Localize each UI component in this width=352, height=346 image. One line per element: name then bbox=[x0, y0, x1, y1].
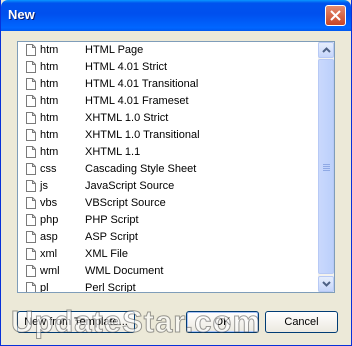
file-type-description: WML Document bbox=[85, 265, 164, 277]
list-item[interactable]: pl Perl Script bbox=[18, 280, 318, 293]
file-icon bbox=[26, 180, 36, 195]
file-icon bbox=[26, 129, 36, 144]
scroll-up-arrow-icon bbox=[322, 47, 331, 53]
file-type-description: Cascading Style Sheet bbox=[85, 163, 197, 175]
file-type-description: HTML 4.01 Frameset bbox=[85, 95, 189, 107]
file-type-description: JavaScript Source bbox=[85, 180, 175, 192]
vertical-scrollbar[interactable] bbox=[318, 42, 334, 292]
file-extension: wml bbox=[40, 265, 60, 277]
scrollbar-thumb[interactable] bbox=[318, 59, 334, 274]
file-type-description: XHTML 1.0 Transitional bbox=[85, 129, 200, 141]
file-extension: htm bbox=[40, 146, 59, 158]
file-icon bbox=[26, 61, 36, 76]
file-type-description: HTML 4.01 Transitional bbox=[85, 78, 199, 90]
new-from-template-button[interactable]: New from Template... bbox=[17, 311, 135, 333]
title-bar[interactable]: New bbox=[1, 0, 351, 31]
list-item[interactable]: xml XML File bbox=[18, 246, 318, 263]
file-extension: css bbox=[40, 163, 57, 175]
list-item[interactable]: htm XHTML 1.0 Transitional bbox=[18, 127, 318, 144]
file-type-description: XHTML 1.0 Strict bbox=[85, 112, 169, 124]
file-extension: xml bbox=[40, 248, 58, 260]
list-item[interactable]: wml WML Document bbox=[18, 263, 318, 280]
file-extension: htm bbox=[40, 44, 59, 56]
file-icon bbox=[26, 248, 36, 263]
file-type-description: HTML 4.01 Strict bbox=[85, 61, 168, 73]
list-item[interactable]: htm XHTML 1.0 Strict bbox=[18, 110, 318, 127]
file-icon bbox=[26, 231, 36, 246]
file-type-list[interactable]: htm HTML Page htm HTML 4.01 Strict htm HTML 4… bbox=[17, 41, 335, 293]
file-extension: asp bbox=[40, 231, 58, 243]
file-icon bbox=[26, 265, 36, 280]
file-type-description: VBScript Source bbox=[85, 197, 166, 209]
scroll-up-button[interactable] bbox=[318, 42, 334, 58]
list-item[interactable]: htm XHTML 1.1 bbox=[18, 144, 318, 161]
file-icon bbox=[26, 78, 36, 93]
file-extension: htm bbox=[40, 112, 59, 124]
file-type-description: XML File bbox=[85, 248, 128, 260]
new-dialog: New htm HTML Page htm HTML 4.01 Strict htm HT… bbox=[0, 0, 352, 346]
list-item[interactable]: htm HTML Page bbox=[18, 42, 318, 59]
cancel-button[interactable]: Cancel bbox=[265, 311, 338, 333]
scroll-down-button[interactable] bbox=[318, 276, 334, 292]
file-type-description: PHP Script bbox=[85, 214, 139, 226]
file-icon bbox=[26, 197, 36, 212]
file-type-rows: htm HTML Page htm HTML 4.01 Strict htm HTML 4… bbox=[18, 42, 318, 293]
list-item[interactable]: vbs VBScript Source bbox=[18, 195, 318, 212]
file-type-description: HTML Page bbox=[85, 44, 144, 56]
ok-button[interactable]: OK bbox=[186, 311, 259, 333]
file-icon bbox=[26, 146, 36, 161]
file-icon bbox=[26, 282, 36, 292]
file-extension: php bbox=[40, 214, 59, 226]
list-item[interactable]: htm HTML 4.01 Strict bbox=[18, 59, 318, 76]
list-item[interactable]: css Cascading Style Sheet bbox=[18, 161, 318, 178]
file-extension: js bbox=[40, 180, 48, 192]
close-button[interactable] bbox=[325, 5, 346, 26]
file-extension: htm bbox=[40, 61, 59, 73]
list-item[interactable]: htm HTML 4.01 Frameset bbox=[18, 93, 318, 110]
file-extension: htm bbox=[40, 95, 59, 107]
list-item[interactable]: asp ASP Script bbox=[18, 229, 318, 246]
scroll-down-arrow-icon bbox=[322, 281, 331, 287]
file-icon bbox=[26, 214, 36, 229]
file-type-description: XHTML 1.1 bbox=[85, 146, 141, 158]
file-icon bbox=[26, 95, 36, 110]
file-extension: htm bbox=[40, 129, 59, 141]
close-icon bbox=[330, 10, 341, 21]
file-icon bbox=[26, 112, 36, 127]
list-item[interactable]: js JavaScript Source bbox=[18, 178, 318, 195]
dialog-title: New bbox=[8, 7, 35, 22]
file-type-description: ASP Script bbox=[85, 231, 138, 243]
file-extension: htm bbox=[40, 78, 59, 90]
file-icon bbox=[26, 163, 36, 178]
list-item[interactable]: php PHP Script bbox=[18, 212, 318, 229]
file-extension: pl bbox=[40, 282, 49, 293]
list-item[interactable]: htm HTML 4.01 Transitional bbox=[18, 76, 318, 93]
file-type-description: Perl Script bbox=[85, 282, 136, 293]
file-extension: vbs bbox=[40, 197, 58, 209]
thumb-grip bbox=[323, 164, 330, 171]
file-icon bbox=[26, 44, 36, 59]
